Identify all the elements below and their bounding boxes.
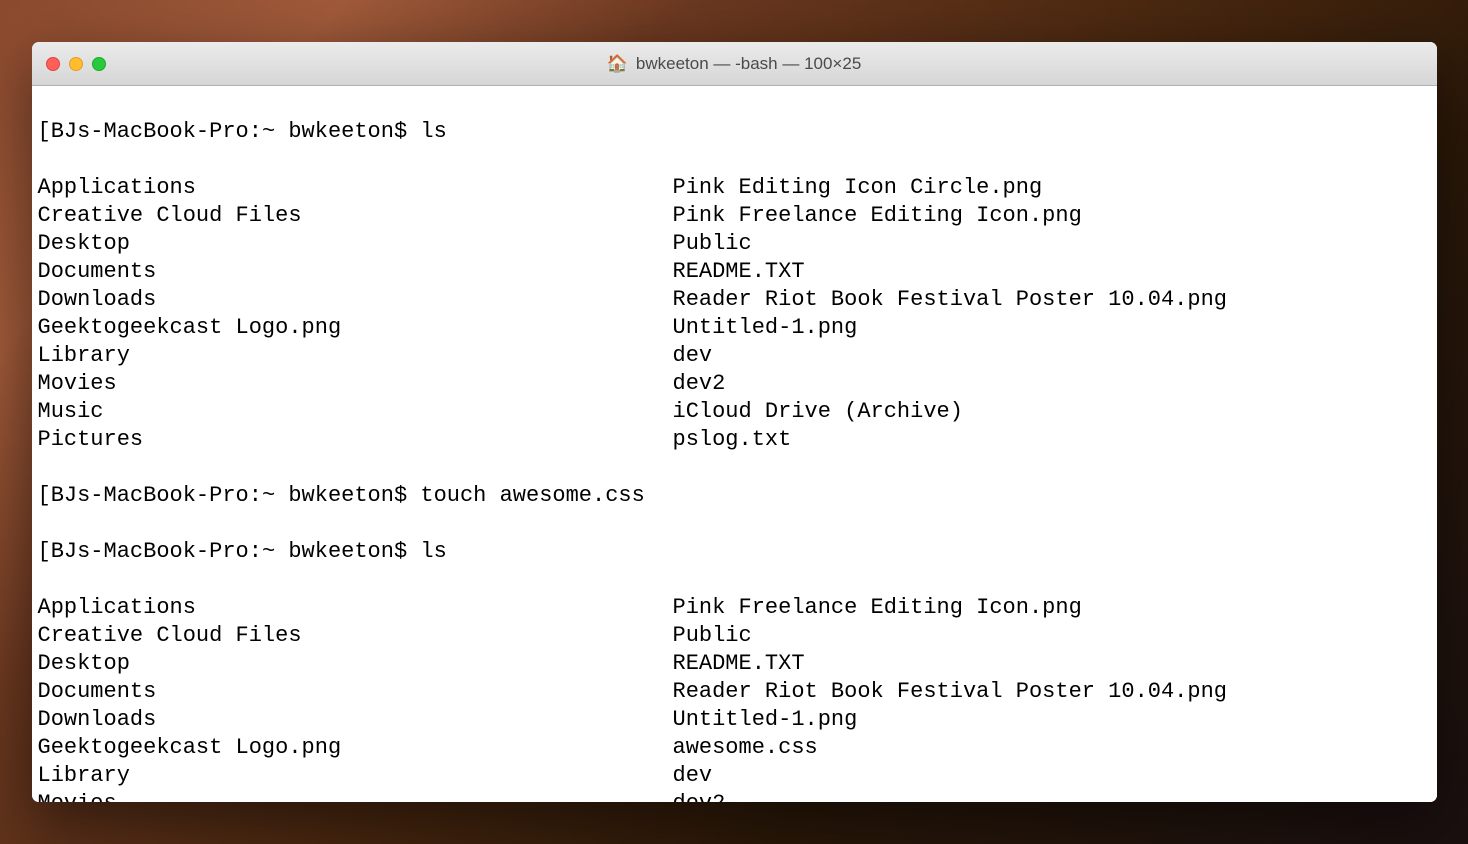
list-item: README.TXT bbox=[673, 258, 1228, 286]
list-item: Public bbox=[673, 622, 1228, 650]
window-title-text: bwkeeton — -bash — 100×25 bbox=[636, 54, 861, 74]
ls-column-right: Pink Editing Icon Circle.png Pink Freela… bbox=[673, 174, 1228, 454]
shell-prompt: BJs-MacBook-Pro:~ bwkeeton$ bbox=[51, 538, 421, 566]
list-item: Music bbox=[38, 398, 673, 426]
maximize-button[interactable] bbox=[92, 57, 106, 71]
list-item: Library bbox=[38, 342, 673, 370]
window-title: 🏠 bwkeeton — -bash — 100×25 bbox=[607, 54, 862, 74]
prompt-line-3: [BJs-MacBook-Pro:~ bwkeeton$ ls bbox=[38, 538, 1431, 566]
list-item: Untitled-1.png bbox=[673, 314, 1228, 342]
bracket-open: [ bbox=[38, 482, 51, 510]
list-item: Pink Editing Icon Circle.png bbox=[673, 174, 1228, 202]
list-item: Geektogeekcast Logo.png bbox=[38, 314, 673, 342]
ls-column-left: Applications Creative Cloud Files Deskto… bbox=[38, 174, 673, 454]
list-item: Pictures bbox=[38, 426, 673, 454]
close-button[interactable] bbox=[46, 57, 60, 71]
shell-command: ls bbox=[420, 538, 446, 566]
list-item: Documents bbox=[38, 678, 673, 706]
list-item: Creative Cloud Files bbox=[38, 202, 673, 230]
list-item: Pink Freelance Editing Icon.png bbox=[673, 594, 1228, 622]
ls-output-1: Applications Creative Cloud Files Deskto… bbox=[38, 174, 1431, 454]
list-item: dev2 bbox=[673, 370, 1228, 398]
list-item: README.TXT bbox=[673, 650, 1228, 678]
list-item: Desktop bbox=[38, 230, 673, 258]
shell-command: touch awesome.css bbox=[420, 482, 644, 510]
ls-output-2: Applications Creative Cloud Files Deskto… bbox=[38, 594, 1431, 802]
shell-prompt: BJs-MacBook-Pro:~ bwkeeton$ bbox=[51, 482, 421, 510]
prompt-line-2: [BJs-MacBook-Pro:~ bwkeeton$ touch aweso… bbox=[38, 482, 1431, 510]
list-item: Applications bbox=[38, 174, 673, 202]
traffic-lights bbox=[46, 57, 106, 71]
list-item: Geektogeekcast Logo.png bbox=[38, 734, 673, 762]
prompt-line-1: [BJs-MacBook-Pro:~ bwkeeton$ ls bbox=[38, 118, 1431, 146]
list-item: Public bbox=[673, 230, 1228, 258]
minimize-button[interactable] bbox=[69, 57, 83, 71]
ls-column-right: Pink Freelance Editing Icon.png Public R… bbox=[673, 594, 1228, 802]
list-item: Downloads bbox=[38, 286, 673, 314]
list-item: Reader Riot Book Festival Poster 10.04.p… bbox=[673, 678, 1228, 706]
list-item: pslog.txt bbox=[673, 426, 1228, 454]
shell-command: ls bbox=[420, 118, 446, 146]
list-item: Downloads bbox=[38, 706, 673, 734]
bracket-open: [ bbox=[38, 538, 51, 566]
list-item: Reader Riot Book Festival Poster 10.04.p… bbox=[673, 286, 1228, 314]
list-item: Library bbox=[38, 762, 673, 790]
list-item: dev bbox=[673, 342, 1228, 370]
home-icon: 🏠 bbox=[607, 55, 628, 72]
bracket-open: [ bbox=[38, 118, 51, 146]
terminal-output[interactable]: [BJs-MacBook-Pro:~ bwkeeton$ ls Applicat… bbox=[32, 86, 1437, 802]
ls-column-left: Applications Creative Cloud Files Deskto… bbox=[38, 594, 673, 802]
list-item: Desktop bbox=[38, 650, 673, 678]
list-item: Untitled-1.png bbox=[673, 706, 1228, 734]
shell-prompt: BJs-MacBook-Pro:~ bwkeeton$ bbox=[51, 118, 421, 146]
list-item: Movies bbox=[38, 370, 673, 398]
window-title-bar[interactable]: 🏠 bwkeeton — -bash — 100×25 bbox=[32, 42, 1437, 86]
terminal-window: 🏠 bwkeeton — -bash — 100×25 [BJs-MacBook… bbox=[32, 42, 1437, 802]
list-item: Movies bbox=[38, 790, 673, 802]
list-item: dev2 bbox=[673, 790, 1228, 802]
list-item: Documents bbox=[38, 258, 673, 286]
list-item: iCloud Drive (Archive) bbox=[673, 398, 1228, 426]
list-item: Applications bbox=[38, 594, 673, 622]
list-item: Pink Freelance Editing Icon.png bbox=[673, 202, 1228, 230]
list-item: Creative Cloud Files bbox=[38, 622, 673, 650]
list-item: awesome.css bbox=[673, 734, 1228, 762]
list-item: dev bbox=[673, 762, 1228, 790]
